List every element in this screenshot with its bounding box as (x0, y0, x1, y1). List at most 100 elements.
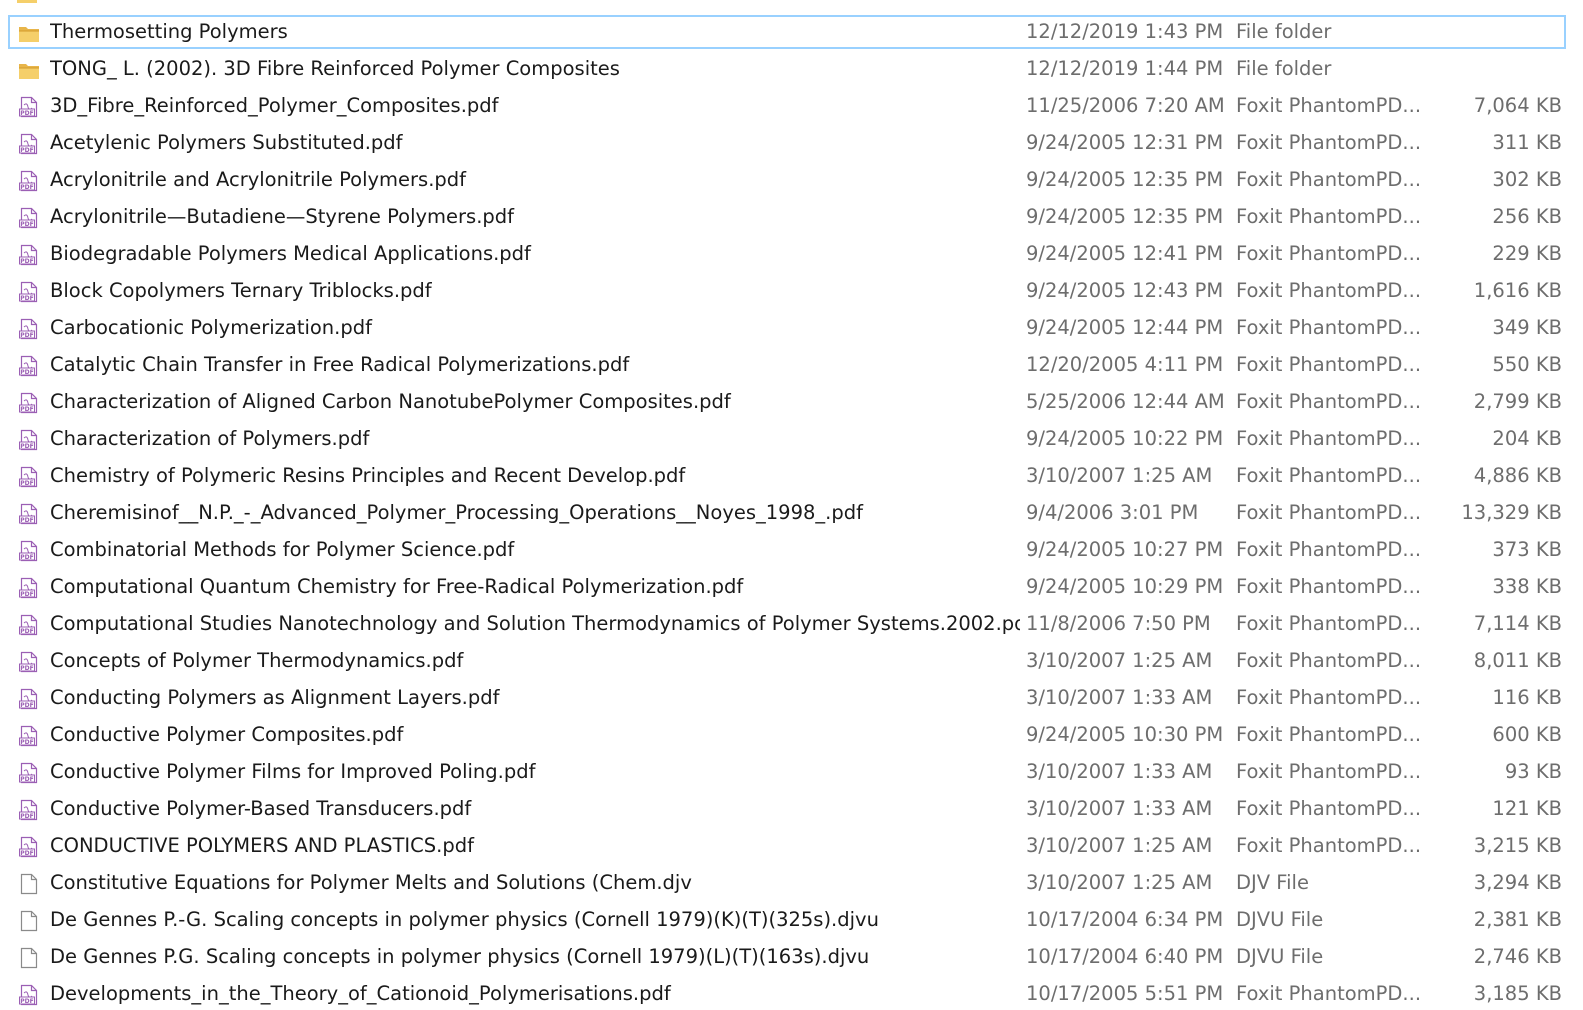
file-size: 256 KB (1492, 205, 1562, 228)
file-name: De Gennes P.G. Scaling concepts in polym… (50, 945, 870, 968)
file-size: 550 KB (1492, 353, 1562, 376)
file-name: Characterization of Aligned Carbon Nanot… (50, 390, 731, 413)
folder-icon (19, 64, 39, 79)
file-row[interactable]: PDF Concepts of Polymer Thermodynamics.pd… (8, 644, 1566, 678)
pdf-icon: PDF (19, 318, 38, 340)
file-row[interactable]: PDF Acrylonitrile—Butadiene—Styrene Polym… (8, 200, 1566, 234)
partial-row-above[interactable] (8, 0, 1566, 12)
svg-text:PDF: PDF (20, 628, 33, 635)
file-type: Foxit PhantomPD... (1236, 205, 1422, 228)
file-name: Chemistry of Polymeric Resins Principles… (50, 464, 686, 487)
file-size: 2,799 KB (1473, 390, 1562, 413)
file-row[interactable]: PDF Characterization of Polymers.pdf 9/24/… (8, 422, 1566, 456)
file-size: 600 KB (1492, 723, 1562, 746)
file-row[interactable]: PDF Conducting Polymers as Alignment Laye… (8, 681, 1566, 715)
file-row[interactable]: De Gennes P.G. Scaling concepts in polym… (8, 940, 1566, 974)
file-date-modified: 9/24/2005 10:29 PM (1026, 575, 1224, 598)
file-row[interactable]: PDF Conductive Polymer Films for Improved… (8, 755, 1566, 789)
file-row[interactable]: Thermosetting Polymers 12/12/2019 1:43 PM… (8, 15, 1566, 49)
svg-text:PDF: PDF (20, 406, 33, 413)
file-date-modified: 12/12/2019 1:43 PM (1026, 20, 1224, 43)
file-row[interactable]: PDF Conductive Polymer Composites.pdf 9/24… (8, 718, 1566, 752)
folder-icon (17, 0, 37, 3)
file-type: Foxit PhantomPD... (1236, 316, 1422, 339)
file-size: 3,185 KB (1473, 982, 1562, 1005)
file-name: Combinatorial Methods for Polymer Scienc… (50, 538, 515, 561)
file-name: Concepts of Polymer Thermodynamics.pdf (50, 649, 464, 672)
svg-text:PDF: PDF (20, 776, 33, 783)
file-date-modified: 10/17/2004 6:34 PM (1026, 908, 1224, 931)
file-date-modified: 3/10/2007 1:25 AM (1026, 649, 1213, 672)
file-type: Foxit PhantomPD... (1236, 834, 1422, 857)
pdf-icon: PDF (19, 651, 38, 673)
file-name: Carbocationic Polymerization.pdf (50, 316, 372, 339)
pdf-icon: PDF (19, 466, 38, 488)
file-date-modified: 9/24/2005 12:44 PM (1026, 316, 1224, 339)
file-row[interactable]: PDF Characterization of Aligned Carbon Na… (8, 385, 1566, 419)
file-type: Foxit PhantomPD... (1236, 760, 1422, 783)
file-row[interactable]: PDF CONDUCTIVE POLYMERS AND PLASTICS.pdf 3… (8, 829, 1566, 863)
file-type: Foxit PhantomPD... (1236, 131, 1422, 154)
file-list: Thermosetting Polymers 12/12/2019 1:43 PM… (0, 0, 1583, 1010)
file-size: 13,329 KB (1461, 501, 1562, 524)
svg-text:PDF: PDF (20, 665, 33, 672)
file-row[interactable]: PDF Chemistry of Polymeric Resins Princip… (8, 459, 1566, 493)
file-date-modified: 9/24/2005 10:22 PM (1026, 427, 1224, 450)
file-row[interactable]: PDF Carbocationic Polymerization.pdf 9/24/… (8, 311, 1566, 345)
file-type: DJV File (1236, 871, 1309, 894)
file-row[interactable]: Constitutive Equations for Polymer Melts… (8, 866, 1566, 900)
file-name: TONG_ L. (2002). 3D Fibre Reinforced Pol… (50, 57, 620, 80)
file-size: 338 KB (1492, 575, 1562, 598)
file-size: 8,011 KB (1473, 649, 1562, 672)
file-type: File folder (1236, 20, 1332, 43)
file-row[interactable]: PDF Biodegradable Polymers Medical Applic… (8, 237, 1566, 271)
blank-file-icon (20, 947, 38, 969)
file-date-modified: 9/4/2006 3:01 PM (1026, 501, 1199, 524)
file-row[interactable]: PDF Cheremisinof__N.P._-_Advanced_Polymer… (8, 496, 1566, 530)
file-row[interactable]: PDF Developments_in_the_Theory_of_Cationo… (8, 977, 1566, 1010)
file-row[interactable]: PDF Acetylenic Polymers Substituted.pdf 9/… (8, 126, 1566, 160)
file-name: 3D_Fibre_Reinforced_Polymer_Composites.p… (50, 94, 499, 117)
file-date-modified: 9/24/2005 12:35 PM (1026, 168, 1224, 191)
svg-text:PDF: PDF (20, 443, 33, 450)
svg-text:PDF: PDF (20, 332, 33, 339)
file-date-modified: 9/24/2005 12:31 PM (1026, 131, 1224, 154)
file-row[interactable]: De Gennes P.-G. Scaling concepts in poly… (8, 903, 1566, 937)
file-row[interactable]: PDF Catalytic Chain Transfer in Free Radi… (8, 348, 1566, 382)
pdf-icon: PDF (19, 762, 38, 784)
pdf-icon: PDF (19, 577, 38, 599)
svg-text:PDF: PDF (20, 369, 33, 376)
file-type: Foxit PhantomPD... (1236, 501, 1422, 524)
pdf-icon: PDF (19, 984, 38, 1006)
file-date-modified: 9/24/2005 10:27 PM (1026, 538, 1224, 561)
file-name: Thermosetting Polymers (50, 20, 288, 43)
file-date-modified: 11/25/2006 7:20 AM (1026, 94, 1225, 117)
file-type: File folder (1236, 57, 1332, 80)
file-row[interactable]: PDF Acrylonitrile and Acrylonitrile Polym… (8, 163, 1566, 197)
file-size: 116 KB (1492, 686, 1562, 709)
file-row[interactable]: PDF 3D_Fibre_Reinforced_Polymer_Composite… (8, 89, 1566, 123)
pdf-icon: PDF (19, 355, 38, 377)
file-row[interactable]: TONG_ L. (2002). 3D Fibre Reinforced Pol… (8, 52, 1566, 86)
file-row[interactable]: PDF Computational Quantum Chemistry for F… (8, 570, 1566, 604)
file-row[interactable]: PDF Block Copolymers Ternary Triblocks.pd… (8, 274, 1566, 308)
file-date-modified: 11/8/2006 7:50 PM (1026, 612, 1211, 635)
file-name: Acrylonitrile—Butadiene—Styrene Polymers… (50, 205, 515, 228)
file-date-modified: 3/10/2007 1:25 AM (1026, 834, 1213, 857)
file-size: 93 KB (1504, 760, 1562, 783)
file-type: Foxit PhantomPD... (1236, 538, 1422, 561)
file-row[interactable]: PDF Conductive Polymer-Based Transducers.… (8, 792, 1566, 826)
file-type: Foxit PhantomPD... (1236, 649, 1422, 672)
pdf-icon: PDF (19, 429, 38, 451)
file-date-modified: 10/17/2005 5:51 PM (1026, 982, 1224, 1005)
file-row[interactable]: PDF Combinatorial Methods for Polymer Sci… (8, 533, 1566, 567)
svg-text:PDF: PDF (20, 147, 33, 154)
svg-text:PDF: PDF (20, 739, 33, 746)
file-type: Foxit PhantomPD... (1236, 279, 1422, 302)
file-name: Developments_in_the_Theory_of_Cationoid_… (50, 982, 671, 1005)
file-row[interactable]: PDF Computational Studies Nanotechnology … (8, 607, 1566, 641)
file-size: 204 KB (1492, 427, 1562, 450)
file-date-modified: 12/20/2005 4:11 PM (1026, 353, 1224, 376)
file-date-modified: 9/24/2005 12:35 PM (1026, 205, 1224, 228)
blank-file-icon (20, 910, 38, 932)
